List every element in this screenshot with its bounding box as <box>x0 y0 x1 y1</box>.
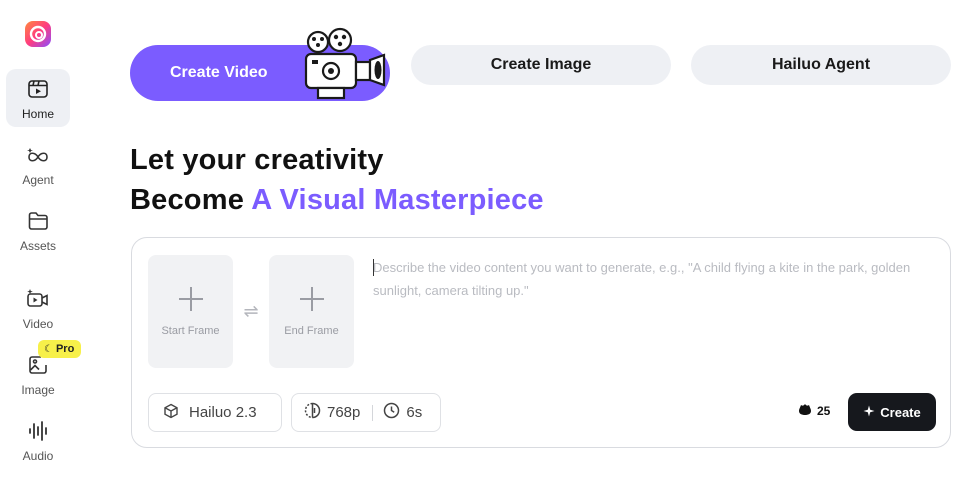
end-frame-upload[interactable]: End Frame <box>269 255 354 368</box>
divider <box>372 404 374 421</box>
credits-cost: 25 <box>798 403 830 419</box>
movie-camera-icon <box>298 27 394 112</box>
clock-icon <box>383 402 400 423</box>
create-button-label: Create <box>880 404 921 420</box>
resolution-icon <box>304 402 321 423</box>
model-name: Hailuo 2.3 <box>189 404 257 421</box>
sidebar: Home Agent Assets Video Image ☾ Pro Audi… <box>0 0 82 479</box>
prompt-input[interactable] <box>373 256 913 316</box>
model-selector[interactable]: Hailuo 2.3 <box>148 393 282 432</box>
resolution-setting: 768p <box>304 402 360 423</box>
video-settings-selector[interactable]: 768p 6s <box>291 393 441 432</box>
agent-icon <box>26 143 50 167</box>
sidebar-item-label: Video <box>22 317 54 331</box>
swap-frames-icon[interactable]: ⇌ <box>240 300 262 322</box>
tab-hailuo-agent[interactable]: Hailuo Agent <box>691 45 951 85</box>
sparkle-icon <box>863 405 875 420</box>
tab-label: Hailuo Agent <box>771 56 871 73</box>
duration-setting: 6s <box>383 402 422 423</box>
folder-icon <box>26 209 50 233</box>
app-logo[interactable] <box>24 20 52 48</box>
sidebar-item-agent[interactable]: Agent <box>6 135 70 193</box>
create-button[interactable]: Create <box>848 393 936 431</box>
sidebar-item-audio[interactable]: Audio <box>6 411 70 469</box>
tab-label: Create Video <box>170 64 268 81</box>
duration-value: 6s <box>406 404 423 421</box>
sidebar-item-label: Audio <box>22 449 54 463</box>
headline-line-2: Become A Visual Masterpiece <box>130 180 544 220</box>
sidebar-item-video[interactable]: Video <box>6 279 70 337</box>
sidebar-item-label: Agent <box>22 173 54 187</box>
tab-create-video[interactable]: Create Video <box>130 27 390 101</box>
start-frame-upload[interactable]: Start Frame <box>148 255 233 368</box>
tab-label: Create Image <box>490 56 592 73</box>
text-cursor <box>373 259 374 276</box>
pro-badge-label: Pro <box>55 343 75 355</box>
sidebar-item-label: Image <box>21 383 55 397</box>
headline-line-1: Let your creativity <box>130 144 384 176</box>
page-headline: Let your creativity Become A Visual Mast… <box>130 140 544 220</box>
credit-icon <box>798 403 812 419</box>
plus-icon <box>299 286 324 311</box>
end-frame-label: End Frame <box>284 324 339 337</box>
prompt-composer: Start Frame ⇌ End Frame Hailuo 2.3 <box>131 237 951 448</box>
cube-icon <box>163 403 179 423</box>
resolution-value: 768p <box>327 404 361 421</box>
headline-accent: A Visual Masterpiece <box>251 184 544 216</box>
headline-prefix: Become <box>130 184 252 216</box>
sidebar-item-assets[interactable]: Assets <box>6 201 70 259</box>
crescent-icon: ☾ <box>44 343 53 355</box>
plus-icon <box>178 286 203 311</box>
sidebar-item-label: Home <box>21 107 54 121</box>
sidebar-item-home[interactable]: Home <box>6 69 70 127</box>
video-icon <box>26 287 50 311</box>
tab-create-image[interactable]: Create Image <box>411 45 671 85</box>
home-icon <box>26 77 50 101</box>
sidebar-item-label: Assets <box>19 239 56 253</box>
pro-badge: ☾ Pro <box>38 340 82 358</box>
start-frame-label: Start Frame <box>161 324 220 337</box>
audio-icon <box>26 419 50 443</box>
credits-value: 25 <box>817 404 831 418</box>
